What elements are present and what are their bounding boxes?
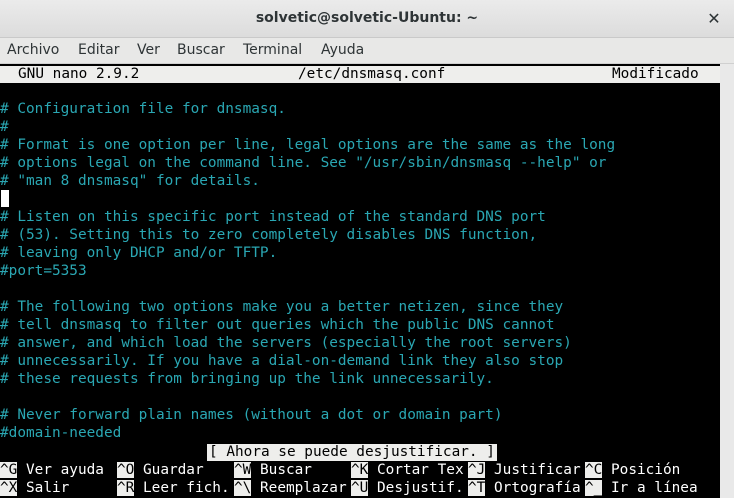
editor-line[interactable]: # "man 8 dnsmasq" for details. <box>0 172 260 190</box>
shortcut-cut[interactable]: ^K Cortar Tex <box>351 461 464 479</box>
editor-line[interactable]: # options legal on the command line. See… <box>0 154 606 172</box>
editor-line[interactable]: # answer, and which load the servers (es… <box>0 334 572 352</box>
nano-version: GNU nano 2.9.2 <box>18 66 140 82</box>
shortcut-row-1: ^G Ver ayuda ^O Guardar ^W Buscar ^K Cor… <box>0 461 720 479</box>
editor-line[interactable]: # Never forward plain names (without a d… <box>0 406 503 424</box>
text-cursor <box>1 190 9 207</box>
shortcut-replace[interactable]: ^\ Reemplazar <box>234 479 347 497</box>
menu-terminal[interactable]: Terminal <box>243 42 302 58</box>
nano-filename: /etc/dnsmasq.conf <box>298 66 446 82</box>
menu-ver[interactable]: Ver <box>137 42 160 58</box>
close-icon[interactable]: ✕ <box>704 9 724 29</box>
shortcut-justify[interactable]: ^J Justificar <box>468 461 581 479</box>
status-message: [ Ahora se puede desjustificar. ] <box>207 444 497 461</box>
shortcut-row-2: ^X Salir ^R Leer fich. ^\ Reemplazar ^U … <box>0 479 720 497</box>
menu-archivo[interactable]: Archivo <box>7 42 59 58</box>
editor-line[interactable]: # <box>0 118 9 136</box>
window-title: solvetic@solvetic-Ubuntu: ~ <box>255 10 479 26</box>
editor-line[interactable]: # leaving only DHCP and/or TFTP. <box>0 244 277 262</box>
shortcut-exit[interactable]: ^X Salir <box>0 479 69 497</box>
editor-line[interactable]: # Format is one option per line, legal o… <box>0 136 615 154</box>
editor-line[interactable]: # Listen on this specific port instead o… <box>0 208 546 226</box>
scrollbar[interactable] <box>720 64 734 498</box>
menu-editar[interactable]: Editar <box>78 42 119 58</box>
shortcut-position[interactable]: ^C Posición <box>585 461 680 479</box>
shortcut-go-to-line[interactable]: ^_ Ir a línea <box>585 479 698 497</box>
terminal-window: solvetic@solvetic-Ubuntu: ~ ✕ Archivo Ed… <box>0 0 734 498</box>
nano-header: GNU nano 2.9.2 /etc/dnsmasq.conf Modific… <box>0 66 720 83</box>
shortcut-spellcheck[interactable]: ^T Ortografía <box>468 479 581 497</box>
menu-buscar[interactable]: Buscar <box>177 42 225 58</box>
editor-line[interactable]: #domain-needed <box>0 424 121 442</box>
shortcut-unjustify[interactable]: ^U Desjustif. <box>351 479 464 497</box>
editor-line[interactable]: # tell dnsmasq to filter out queries whi… <box>0 316 555 334</box>
editor-line[interactable]: # unnecessarily. If you have a dial-on-d… <box>0 352 563 370</box>
shortcut-read-file[interactable]: ^R Leer fich. <box>117 479 230 497</box>
editor-line[interactable]: # Configuration file for dnsmasq. <box>0 100 286 118</box>
nano-modified-state: Modificado <box>612 66 699 82</box>
shortcut-help[interactable]: ^G Ver ayuda <box>0 461 104 479</box>
editor-line[interactable]: # these requests from bringing up the li… <box>0 370 494 388</box>
shortcut-save[interactable]: ^O Guardar <box>117 461 204 479</box>
menu-ayuda[interactable]: Ayuda <box>321 42 364 58</box>
editor-line[interactable]: #port=5353 <box>0 262 87 280</box>
title-bar[interactable]: solvetic@solvetic-Ubuntu: ~ ✕ <box>0 0 734 38</box>
editor-line[interactable]: # The following two options make you a b… <box>0 298 563 316</box>
menu-bar: Archivo Editar Ver Buscar Terminal Ayuda <box>0 38 734 64</box>
terminal-area[interactable]: GNU nano 2.9.2 /etc/dnsmasq.conf Modific… <box>0 64 720 498</box>
shortcut-search[interactable]: ^W Buscar <box>234 461 312 479</box>
editor-line[interactable]: # (53). Setting this to zero completely … <box>0 226 537 244</box>
